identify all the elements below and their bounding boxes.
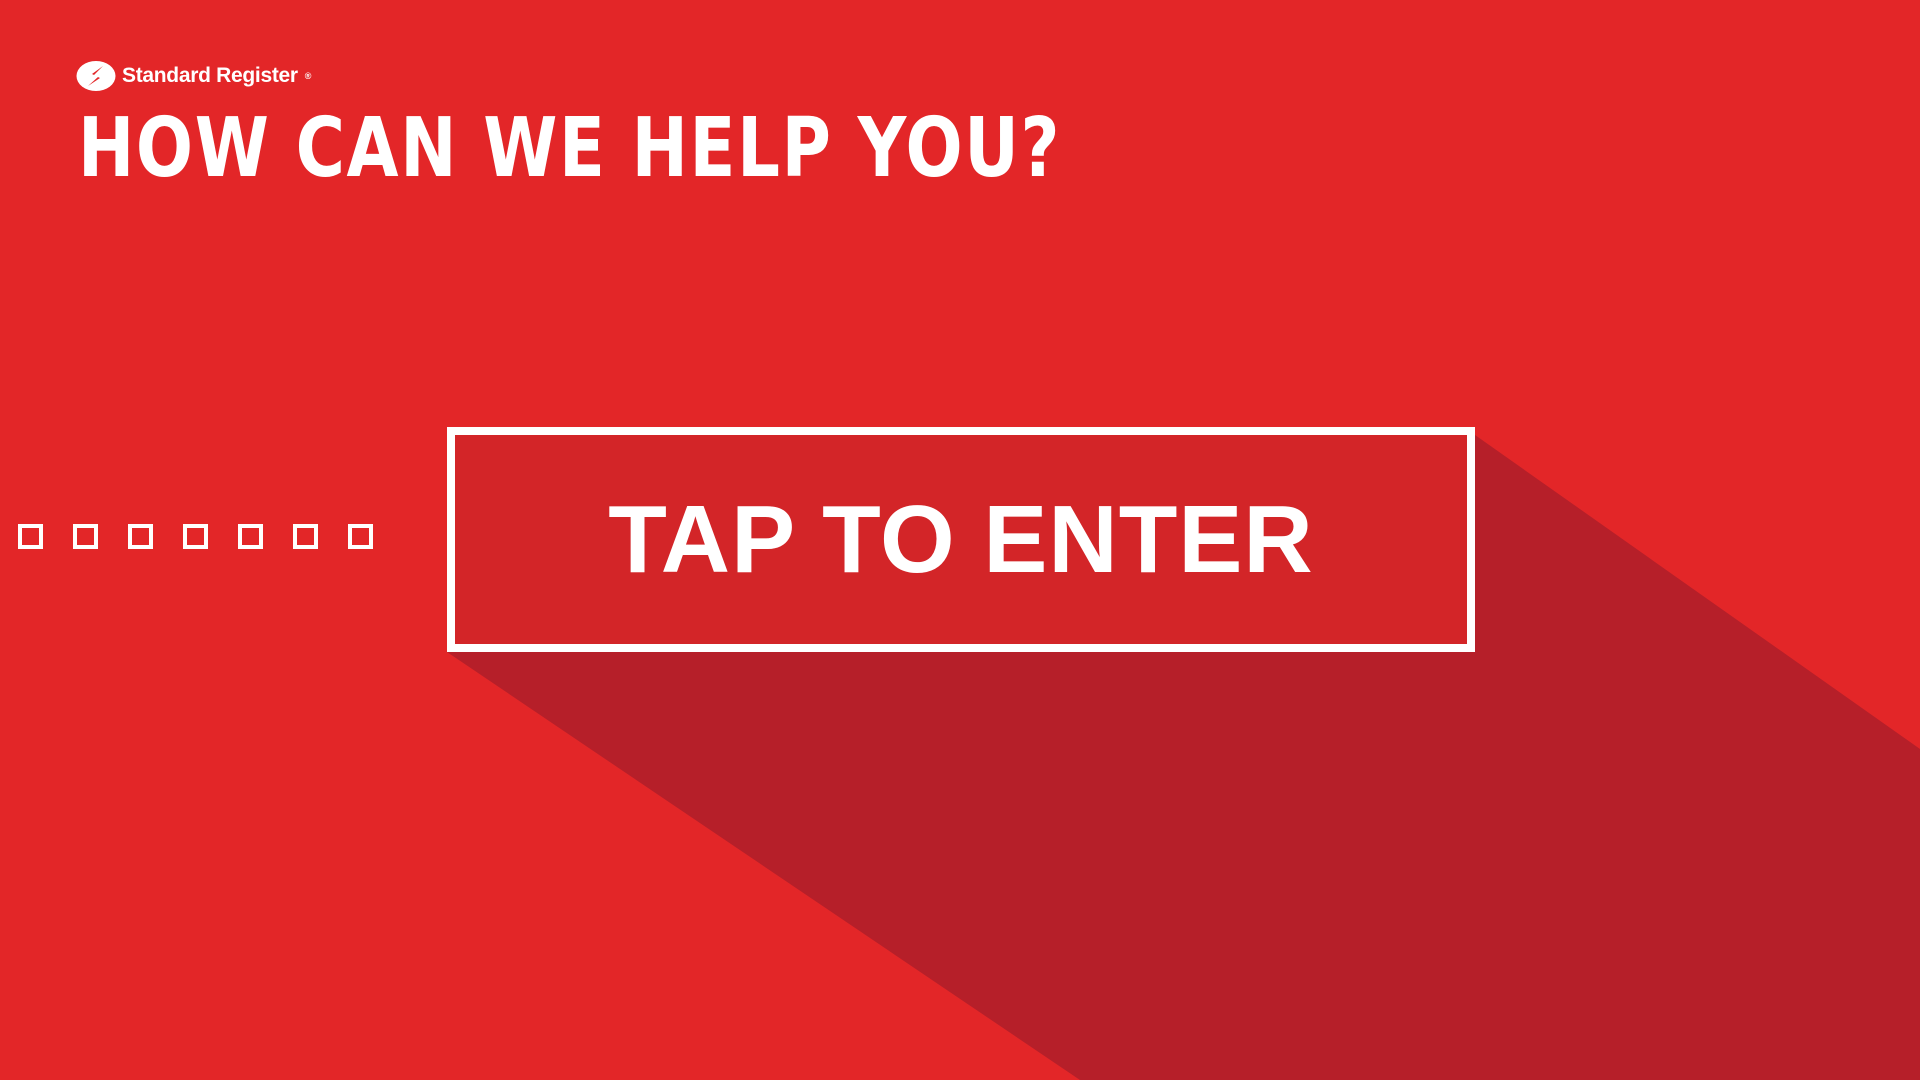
page-title: HOW CAN WE HELP YOU?: [78, 101, 1062, 196]
page-indicator-dot[interactable]: [128, 524, 153, 549]
standard-register-s-logo-icon: [76, 61, 116, 91]
page-indicator-dot[interactable]: [238, 524, 263, 549]
page-indicator-dot[interactable]: [293, 524, 318, 549]
registered-mark: ®: [304, 71, 312, 81]
page-indicator-dot[interactable]: [18, 524, 43, 549]
brand-logo: Standard Register ®: [76, 60, 311, 92]
brand-name: Standard Register: [122, 64, 298, 87]
page-indicator-dot[interactable]: [348, 524, 373, 549]
tap-to-enter-button[interactable]: TAP TO ENTER: [447, 427, 1475, 652]
tap-to-enter-label: TAP TO ENTER: [608, 485, 1314, 593]
page-indicator-dot[interactable]: [183, 524, 208, 549]
page-indicator: [18, 524, 373, 549]
page-indicator-dot[interactable]: [73, 524, 98, 549]
